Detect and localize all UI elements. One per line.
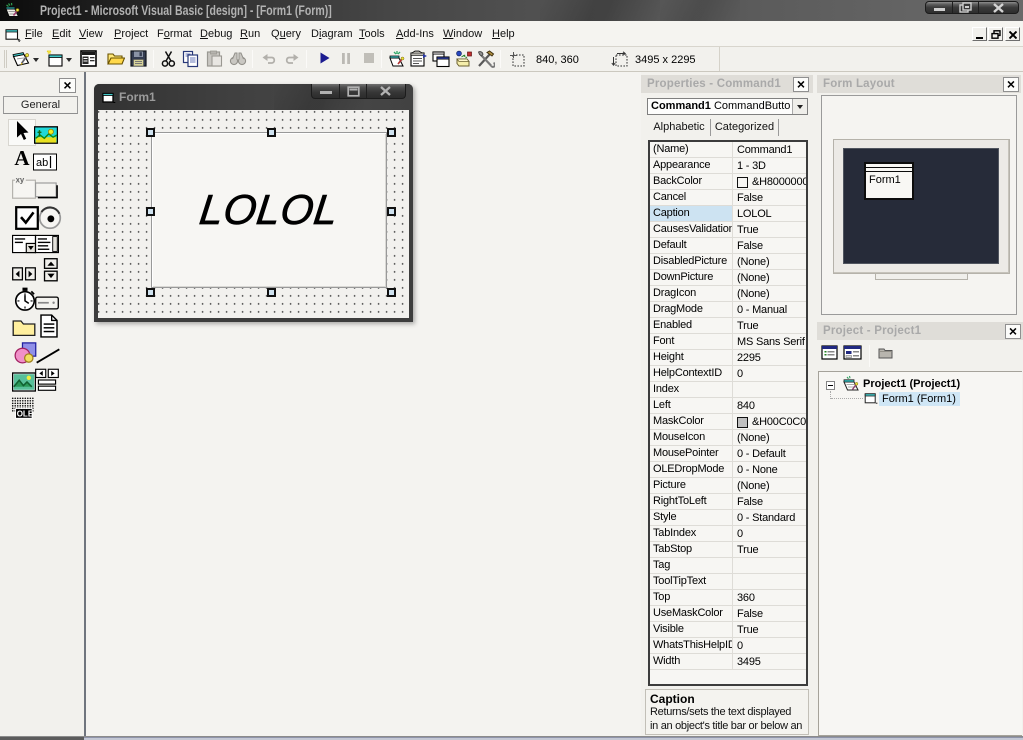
svg-text:xy: xy xyxy=(16,176,25,185)
svg-text:OLE: OLE xyxy=(17,410,34,419)
svg-text:ab: ab xyxy=(36,157,48,169)
